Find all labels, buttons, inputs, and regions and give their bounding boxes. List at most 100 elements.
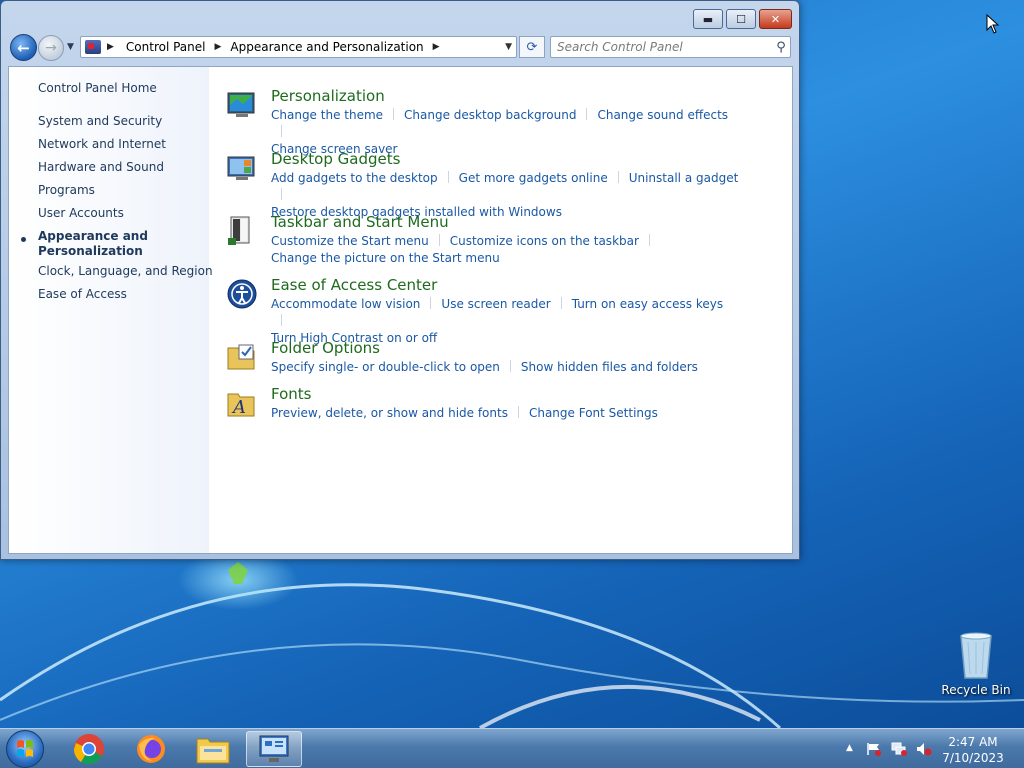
taskbar-chrome[interactable] <box>61 731 117 767</box>
system-clock[interactable]: 2:47 AM 7/10/2023 <box>930 734 1016 766</box>
folder-options-icon[interactable] <box>227 342 257 372</box>
clock-time: 2:47 AM <box>948 735 998 749</box>
sidebar: Control Panel Home System and Security N… <box>9 67 213 553</box>
link-customize-taskbar-icons[interactable]: Customize icons on the taskbar <box>450 234 639 248</box>
category-title[interactable]: Taskbar and Start Menu <box>271 213 449 231</box>
link-separator <box>517 406 519 418</box>
control-panel-icon <box>85 40 101 54</box>
start-button-windows-icon[interactable] <box>6 730 44 768</box>
sidebar-item-user-accounts[interactable]: User Accounts <box>38 206 124 221</box>
search-box[interactable]: ⚲ <box>550 36 791 58</box>
category-links: Customize the Start menu Customize icons … <box>271 233 741 267</box>
action-center-flag-icon[interactable] <box>866 742 882 756</box>
link-change-theme[interactable]: Change the theme <box>271 108 383 122</box>
firefox-icon <box>137 735 165 763</box>
link-separator <box>393 108 395 120</box>
sidebar-item-programs[interactable]: Programs <box>38 183 95 198</box>
title-bar: ▬ ☐ ✕ <box>1 1 799 31</box>
address-bar[interactable]: ▶ Control Panel ▶ Appearance and Persona… <box>80 36 517 58</box>
windows-logo-icon <box>17 740 33 757</box>
category-title[interactable]: Folder Options <box>271 339 380 357</box>
link-change-font-settings[interactable]: Change Font Settings <box>529 406 658 420</box>
link-separator <box>509 360 511 372</box>
ease-of-access-icon[interactable] <box>227 279 257 309</box>
category-title[interactable]: Fonts <box>271 385 311 403</box>
sidebar-item-ease-of-access[interactable]: Ease of Access <box>38 287 127 302</box>
link-single-double-click[interactable]: Specify single- or double-click to open <box>271 360 500 374</box>
sidebar-item-clock-language-region[interactable]: Clock, Language, and Region <box>38 264 213 279</box>
taskbar-firefox[interactable] <box>123 731 179 767</box>
link-separator <box>438 234 440 246</box>
taskbar: ▲ 2:47 AM 7/10/2023 <box>0 728 1024 768</box>
fonts-icon[interactable]: A <box>227 388 257 418</box>
category-title[interactable]: Desktop Gadgets <box>271 150 400 168</box>
refresh-icon[interactable]: ⟳ <box>519 36 545 58</box>
link-change-start-picture[interactable]: Change the picture on the Start menu <box>271 251 500 265</box>
link-uninstall-gadget[interactable]: Uninstall a gadget <box>629 171 739 185</box>
sidebar-item-appearance-and-personalization[interactable]: Appearance and Personalization <box>38 229 148 259</box>
recycle-bin-label: Recycle Bin <box>941 683 1011 697</box>
link-separator <box>617 171 619 183</box>
personalization-icon[interactable] <box>227 90 257 120</box>
link-separator <box>281 314 282 326</box>
link-separator <box>447 171 449 183</box>
desktop-gadgets-icon[interactable] <box>227 153 257 183</box>
show-hidden-icons-icon[interactable]: ▲ <box>846 743 853 753</box>
link-separator <box>586 108 588 120</box>
maximize-button[interactable]: ☐ <box>726 9 756 29</box>
close-button[interactable]: ✕ <box>759 9 792 29</box>
link-separator <box>648 234 650 246</box>
sidebar-item-network-and-internet[interactable]: Network and Internet <box>38 137 166 152</box>
file-explorer-icon <box>196 738 230 764</box>
chevron-right-icon[interactable]: ▶ <box>215 42 222 52</box>
breadcrumb-appearance[interactable]: Appearance and Personalization <box>230 40 423 54</box>
sidebar-item-control-panel-home[interactable]: Control Panel Home <box>38 81 157 96</box>
chrome-icon <box>73 734 104 765</box>
link-use-screen-reader[interactable]: Use screen reader <box>441 297 550 311</box>
link-add-gadgets[interactable]: Add gadgets to the desktop <box>271 171 438 185</box>
link-show-hidden-files[interactable]: Show hidden files and folders <box>521 360 698 374</box>
mouse-cursor-icon <box>986 14 1000 34</box>
sidebar-item-system-and-security[interactable]: System and Security <box>38 114 162 129</box>
link-separator <box>430 297 432 309</box>
search-input[interactable] <box>551 38 772 56</box>
minimize-button[interactable]: ▬ <box>693 9 723 29</box>
content-pane: Control Panel Home System and Security N… <box>8 66 793 554</box>
link-separator <box>281 188 282 200</box>
link-change-desktop-background[interactable]: Change desktop background <box>404 108 576 122</box>
main-panel: Personalization Change the theme Change d… <box>209 67 792 553</box>
link-change-sound-effects[interactable]: Change sound effects <box>597 108 728 122</box>
history-dropdown-icon[interactable]: ▼ <box>67 42 74 52</box>
taskbar-icon[interactable] <box>227 216 257 246</box>
link-get-more-gadgets[interactable]: Get more gadgets online <box>459 171 608 185</box>
control-panel-icon <box>259 735 289 762</box>
link-preview-fonts[interactable]: Preview, delete, or show and hide fonts <box>271 406 508 420</box>
sidebar-item-hardware-and-sound[interactable]: Hardware and Sound <box>38 160 164 175</box>
category-title[interactable]: Personalization <box>271 87 385 105</box>
recycle-bin-icon <box>960 632 992 679</box>
back-arrow-icon[interactable]: ← <box>10 34 37 61</box>
link-separator <box>560 297 562 309</box>
link-accommodate-low-vision[interactable]: Accommodate low vision <box>271 297 420 311</box>
category-links: Preview, delete, or show and hide fonts C… <box>271 405 741 422</box>
link-separator <box>281 125 282 137</box>
svg-text:A: A <box>231 397 246 418</box>
forward-arrow-icon[interactable]: → <box>38 35 64 61</box>
clock-date: 7/10/2023 <box>942 751 1004 765</box>
chevron-right-icon[interactable]: ▶ <box>433 42 440 52</box>
breadcrumb-control-panel[interactable]: Control Panel <box>126 40 206 54</box>
taskbar-control-panel[interactable] <box>246 731 302 767</box>
address-dropdown-icon[interactable]: ▼ <box>505 42 512 52</box>
recycle-bin-desktop-icon[interactable]: Recycle Bin <box>938 630 1014 700</box>
link-customize-start-menu[interactable]: Customize the Start menu <box>271 234 429 248</box>
active-bullet-icon <box>21 237 26 242</box>
control-panel-window: ▬ ☐ ✕ ← → ▼ ▶ Control Panel ▶ Appearance… <box>0 0 800 560</box>
taskbar-file-explorer[interactable] <box>185 731 241 767</box>
link-easy-access-keys[interactable]: Turn on easy access keys <box>572 297 723 311</box>
category-title[interactable]: Ease of Access Center <box>271 276 437 294</box>
chevron-right-icon[interactable]: ▶ <box>107 42 114 52</box>
network-icon[interactable] <box>891 742 907 756</box>
search-icon[interactable]: ⚲ <box>772 40 790 55</box>
navigation-bar: ← → ▼ ▶ Control Panel ▶ Appearance and P… <box>1 34 799 62</box>
category-links: Specify single- or double-click to open S… <box>271 359 741 376</box>
